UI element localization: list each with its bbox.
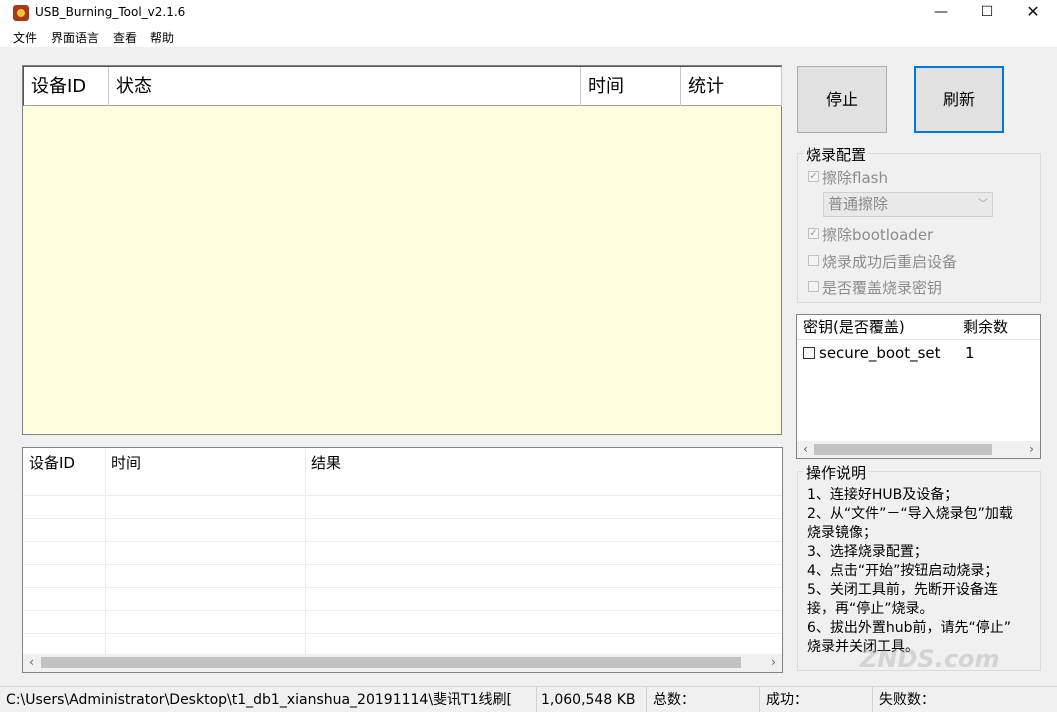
col-time[interactable]: 时间 xyxy=(581,67,681,106)
device-table[interactable]: 设备ID 状态 时间 统计 xyxy=(22,65,782,435)
key-list-header: 密钥(是否覆盖) 剩余数 xyxy=(797,315,1040,340)
chevron-down-icon: ﹀ xyxy=(978,199,988,210)
instruction-line: 5、关闭工具前，先断开设备连 xyxy=(807,582,998,598)
row-divider xyxy=(23,633,782,634)
key-remaining: 1 xyxy=(965,344,975,362)
menu-file[interactable]: 文件 xyxy=(13,29,37,46)
log-col-result[interactable]: 结果 xyxy=(305,452,341,473)
instruction-line: 1、连接好HUB及设备； xyxy=(807,487,959,503)
col-remaining[interactable]: 剩余数 xyxy=(957,315,1042,340)
log-col-device-id[interactable]: 设备ID xyxy=(23,452,75,473)
log-table-header: 设备ID 时间 结果 xyxy=(23,448,782,476)
watermark: ZNDS.com xyxy=(860,645,1000,673)
log-table[interactable]: 设备ID 时间 结果 ‹ › xyxy=(22,447,783,673)
instruction-line: 接，再“停止”烧录。 xyxy=(807,601,934,617)
status-total: 总数： xyxy=(647,687,760,712)
title-bar: USB_Burning_Tool_v2.1.6 — ☐ ✕ xyxy=(0,0,1057,26)
status-size: 1,060,548 KB xyxy=(537,687,647,712)
instructions-group: 操作说明 1、连接好HUB及设备； 2、从“文件”－“导入烧录包”加载 烧录镜像… xyxy=(797,462,1041,671)
burn-config-group: 烧录配置 ✓ 擦除flash 普通擦除 ﹀ ✓ 擦除bootloader 烧录成功后重… xyxy=(797,144,1041,303)
burn-config-title: 烧录配置 xyxy=(804,144,869,165)
instruction-line: 烧录镜像； xyxy=(807,525,877,541)
column-divider xyxy=(105,448,106,655)
device-table-header: 设备ID 状态 时间 统计 xyxy=(23,66,782,106)
erase-mode-select[interactable]: 普通擦除 ﹀ xyxy=(823,192,993,217)
minimize-button[interactable]: — xyxy=(918,0,964,26)
app-icon xyxy=(13,5,29,21)
row-divider xyxy=(23,541,782,542)
instruction-line: 3、选择烧录配置； xyxy=(807,544,928,560)
key-list-row[interactable]: secure_boot_set 1 xyxy=(797,343,1040,365)
key-list-scrollbar[interactable]: ‹ › xyxy=(797,441,1040,458)
scroll-thumb[interactable] xyxy=(41,657,741,668)
col-stats[interactable]: 统计 xyxy=(681,67,782,106)
status-success: 成功： xyxy=(760,687,873,712)
instruction-line: 2、从“文件”－“导入烧录包”加载 xyxy=(807,506,1013,522)
menu-language[interactable]: 界面语言 xyxy=(51,29,99,46)
status-bar: C:\Users\Administrator\Desktop\t1_db1_xi… xyxy=(0,686,1057,712)
checkbox-icon xyxy=(808,255,819,266)
row-divider xyxy=(23,518,782,519)
log-table-scrollbar[interactable]: ‹ › xyxy=(23,654,782,672)
refresh-button[interactable]: 刷新 xyxy=(914,66,1004,133)
checkbox-checked-icon: ✓ xyxy=(808,228,819,239)
reboot-after-checkbox[interactable]: 烧录成功后重启设备 xyxy=(808,251,957,272)
key-name: secure_boot_set xyxy=(819,344,941,362)
menu-help[interactable]: 帮助 xyxy=(150,29,174,46)
scroll-thumb[interactable] xyxy=(814,444,992,455)
window-title: USB_Burning_Tool_v2.1.6 xyxy=(35,5,186,19)
instruction-line: 4、点击“开始”按钮启动烧录； xyxy=(807,563,999,579)
row-divider xyxy=(23,564,782,565)
overwrite-key-checkbox[interactable]: 是否覆盖烧录密钥 xyxy=(808,277,942,298)
instructions-title: 操作说明 xyxy=(804,462,869,483)
col-status[interactable]: 状态 xyxy=(109,67,581,106)
scroll-right-icon[interactable]: › xyxy=(1023,441,1040,458)
instructions-text: 1、连接好HUB及设备； 2、从“文件”－“导入烧录包”加载 烧录镜像； 3、选… xyxy=(807,486,1047,657)
log-col-time[interactable]: 时间 xyxy=(105,452,141,473)
scroll-right-icon[interactable]: › xyxy=(765,654,782,671)
checkbox-icon xyxy=(808,281,819,292)
scroll-left-icon[interactable]: ‹ xyxy=(797,441,814,458)
key-checkbox[interactable] xyxy=(803,347,815,359)
row-divider xyxy=(23,495,782,496)
col-key-name[interactable]: 密钥(是否覆盖) xyxy=(797,315,957,340)
key-list[interactable]: 密钥(是否覆盖) 剩余数 secure_boot_set 1 ‹ › xyxy=(796,314,1041,459)
erase-flash-checkbox[interactable]: ✓ 擦除flash xyxy=(808,167,888,188)
column-divider xyxy=(305,448,306,655)
instruction-line: 6、拔出外置hub前，请先“停止” xyxy=(807,620,1012,636)
stop-button[interactable]: 停止 xyxy=(797,66,887,133)
checkbox-checked-icon: ✓ xyxy=(808,171,819,182)
close-button[interactable]: ✕ xyxy=(1010,0,1056,26)
status-failed: 失败数： xyxy=(879,692,935,708)
col-device-id[interactable]: 设备ID xyxy=(24,67,109,106)
status-path: C:\Users\Administrator\Desktop\t1_db1_xi… xyxy=(0,687,537,712)
row-divider xyxy=(23,587,782,588)
erase-bootloader-checkbox[interactable]: ✓ 擦除bootloader xyxy=(808,224,933,245)
maximize-button[interactable]: ☐ xyxy=(964,0,1010,26)
menu-bar: 文件 界面语言 查看 帮助 xyxy=(0,26,1057,47)
row-divider xyxy=(23,610,782,611)
scroll-left-icon[interactable]: ‹ xyxy=(23,654,40,671)
menu-view[interactable]: 查看 xyxy=(113,29,137,46)
